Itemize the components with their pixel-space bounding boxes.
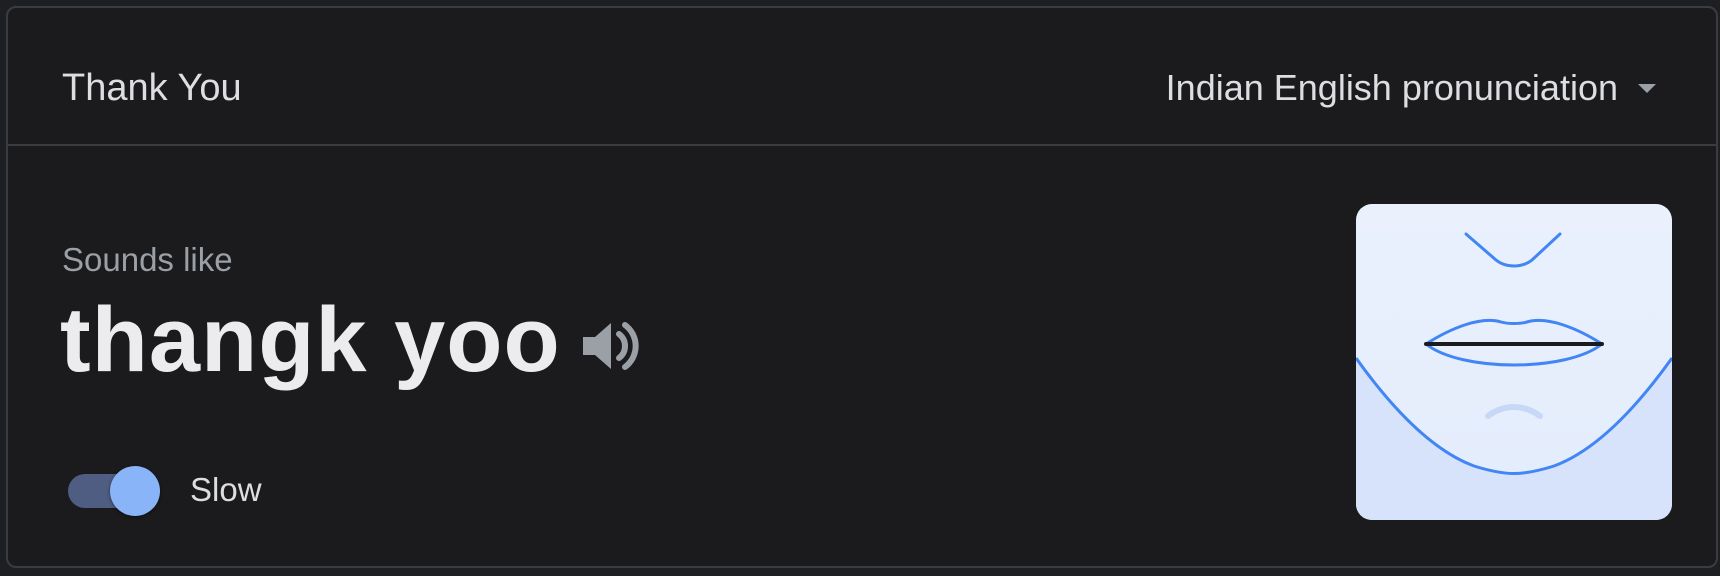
mouth-illustration — [1356, 204, 1672, 520]
pronunciation-language-dropdown[interactable]: Indian English pronunciation — [1166, 64, 1656, 112]
chevron-down-icon — [1638, 83, 1656, 93]
slow-label: Slow — [190, 471, 262, 508]
pronunciation-language-label: Indian English pronunciation — [1165, 67, 1618, 108]
phonetic-row: thangk yoo — [60, 288, 641, 392]
page-title: Thank You — [62, 67, 242, 109]
speaker-icon[interactable] — [577, 314, 641, 378]
slow-toggle[interactable] — [66, 464, 162, 516]
slow-toggle-thumb — [110, 466, 160, 516]
pronunciation-card: Thank You Indian English pronunciation S… — [6, 6, 1718, 568]
card-header: Thank You Indian English pronunciation — [8, 8, 1716, 146]
phonetic-spelling: thangk yoo — [60, 289, 561, 391]
slow-toggle-row: Slow — [66, 464, 262, 516]
sounds-like-label: Sounds like — [62, 241, 233, 278]
